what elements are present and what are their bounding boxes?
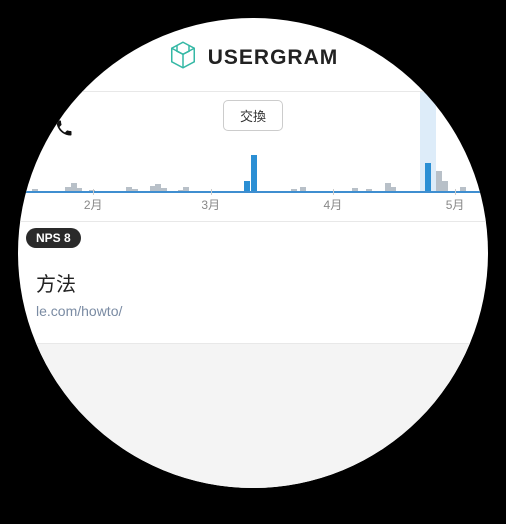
chart-bar xyxy=(251,155,257,193)
activity-chart: 交換 2月 3月 4月 5月 xyxy=(18,92,488,222)
exchange-button[interactable]: 交換 xyxy=(223,100,283,131)
chart-bar xyxy=(425,163,431,193)
x-axis-tick: 5月 xyxy=(446,196,465,213)
brand-name: USERGRAM xyxy=(208,46,339,70)
content-url[interactable]: le.com/howto/ xyxy=(36,303,470,319)
x-axis-tick: 3月 xyxy=(201,196,220,213)
phone-icon xyxy=(54,118,76,140)
app-viewport: USERGRAM 交換 2月 3月 4月 5月 NPS 8 方法 le.com/how… xyxy=(18,18,488,488)
chart-x-axis: 2月 3月 4月 5月 xyxy=(18,193,488,221)
usergram-logo-icon xyxy=(168,40,198,75)
nps-badge: NPS 8 xyxy=(26,228,81,248)
footer-area xyxy=(18,344,488,488)
content-title: 方法 xyxy=(36,268,470,297)
content-panel: 方法 le.com/howto/ xyxy=(18,254,488,344)
badge-row: NPS 8 xyxy=(18,222,488,254)
x-axis-tick: 4月 xyxy=(324,196,343,213)
app-header: USERGRAM xyxy=(18,18,488,92)
x-axis-tick: 2月 xyxy=(84,196,103,213)
